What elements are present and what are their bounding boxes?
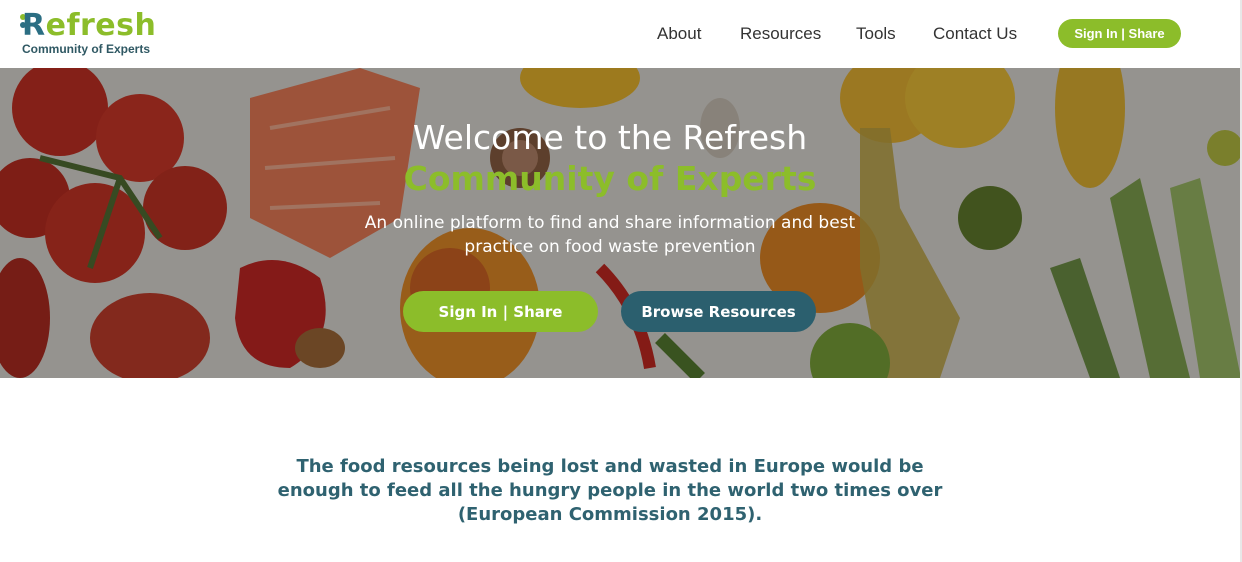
hero-title-highlight: Community of Experts xyxy=(403,159,817,198)
nav-tools[interactable]: Tools xyxy=(856,24,896,44)
hero-banner: Welcome to the Refresh Community of Expe… xyxy=(0,68,1241,378)
logo-tagline: Community of Experts xyxy=(22,42,151,56)
quote-line1: The food resources being lost and wasted… xyxy=(296,456,924,477)
browse-resources-button[interactable]: Browse Resources xyxy=(621,291,816,332)
site-header: Refresh Community of Experts About Resou… xyxy=(0,0,1242,68)
quote-line3: (European Commission 2015). xyxy=(457,504,763,525)
quote-line2: enough to feed all the hungry people in … xyxy=(277,480,943,501)
logo-wordmark: Refresh xyxy=(22,8,157,43)
food-waste-quote: The food resources being lost and wasted… xyxy=(0,455,1220,527)
nav-contact-us[interactable]: Contact Us xyxy=(933,24,1017,44)
hero-title: Welcome to the Refresh xyxy=(412,118,808,157)
nav-about[interactable]: About xyxy=(657,24,701,44)
nav-resources[interactable]: Resources xyxy=(740,24,821,44)
header-signin-button[interactable]: Sign In | Share xyxy=(1058,19,1181,48)
hero-subtitle-line1: An online platform to find and share inf… xyxy=(364,213,856,233)
hero-signin-button[interactable]: Sign In | Share xyxy=(403,291,598,332)
refresh-logo[interactable]: Refresh Community of Experts xyxy=(20,8,162,60)
hero-subtitle-line2: practice on food waste prevention xyxy=(464,237,756,257)
